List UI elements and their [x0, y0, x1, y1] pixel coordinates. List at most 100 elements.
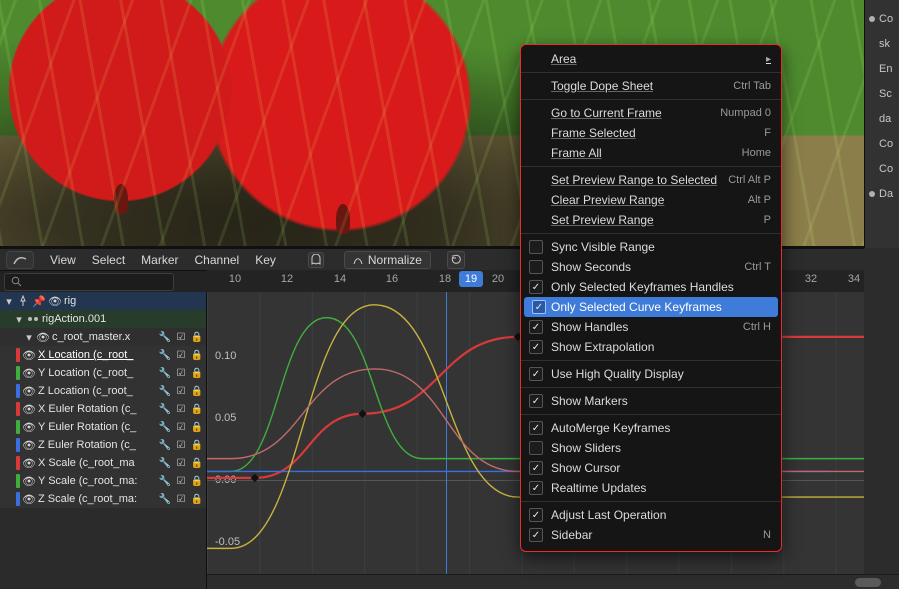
eye-icon[interactable]: 👁 [36, 331, 50, 344]
menu-item[interactable]: Show HandlesCtrl H [521, 317, 781, 337]
playhead-frame-badge[interactable]: 19 [459, 271, 483, 287]
refresh-icon[interactable] [447, 251, 465, 269]
menu-item[interactable]: Adjust Last Operation [521, 505, 781, 525]
channel-row[interactable]: 👁X Euler Rotation (c_🔧☑🔒 [0, 400, 206, 418]
menu-item[interactable]: Use High Quality Display [521, 364, 781, 384]
property-link[interactable]: Sc [869, 81, 895, 106]
tree-row-rig[interactable]: ▾ 📌 👁 rig [0, 292, 206, 310]
menu-item[interactable]: Frame SelectedF [521, 123, 781, 143]
wrench-icon[interactable]: 🔧 [158, 330, 172, 344]
wrench-icon[interactable]: 🔧 [158, 474, 172, 488]
lock-icon[interactable]: 🔒 [190, 456, 204, 470]
channel-row[interactable]: 👁Z Euler Rotation (c_🔧☑🔒 [0, 436, 206, 454]
eye-icon[interactable]: 👁 [22, 421, 36, 434]
menu-item[interactable]: Go to Current FrameNumpad 0 [521, 103, 781, 123]
checkbox-icon[interactable]: ☑ [174, 474, 188, 488]
menu-item[interactable]: Show Markers [521, 391, 781, 411]
channel-row[interactable]: 👁Z Location (c_root_🔧☑🔒 [0, 382, 206, 400]
checkbox-icon[interactable]: ☑ [174, 456, 188, 470]
channel-panel[interactable]: ▾ 📌 👁 rig ▾ rigAction.001 ▾ 👁 c_root_mas… [0, 292, 207, 589]
editor-type-dropdown[interactable] [6, 251, 34, 269]
menu-item[interactable]: Set Preview Range to SelectedCtrl Alt P [521, 170, 781, 190]
menu-marker[interactable]: Marker [141, 253, 178, 267]
lock-icon[interactable]: 🔒 [190, 438, 204, 452]
checkbox-icon[interactable]: ☑ [174, 384, 188, 398]
menu-view[interactable]: View [50, 253, 76, 267]
property-link[interactable]: Co [869, 156, 895, 181]
menu-item[interactable]: Toggle Dope SheetCtrl Tab [521, 76, 781, 96]
menu-item[interactable]: Only Selected Keyframes Handles [521, 277, 781, 297]
scrollbar-thumb[interactable] [855, 578, 881, 587]
lock-icon[interactable]: 🔒 [190, 402, 204, 416]
wrench-icon[interactable]: 🔧 [158, 402, 172, 416]
menu-key[interactable]: Key [255, 253, 276, 267]
checkbox-icon[interactable]: ☑ [174, 420, 188, 434]
wrench-icon[interactable]: 🔧 [158, 492, 172, 506]
wrench-icon[interactable]: 🔧 [158, 456, 172, 470]
wrench-icon[interactable]: 🔧 [158, 366, 172, 380]
property-link[interactable]: En [869, 56, 895, 81]
checkbox-icon[interactable]: ☑ [174, 438, 188, 452]
lock-icon[interactable]: 🔒 [190, 348, 204, 362]
menu-item[interactable]: Only Selected Curve Keyframes [524, 297, 778, 317]
channel-row[interactable]: 👁Y Euler Rotation (c_🔧☑🔒 [0, 418, 206, 436]
wrench-icon[interactable]: 🔧 [158, 420, 172, 434]
menu-item[interactable]: Frame AllHome [521, 143, 781, 163]
eye-icon[interactable]: 👁 [22, 475, 36, 488]
menu-item[interactable]: Show SecondsCtrl T [521, 257, 781, 277]
menu-item[interactable]: Sync Visible Range [521, 237, 781, 257]
lock-icon[interactable]: 🔒 [190, 420, 204, 434]
menu-item[interactable]: Show Extrapolation [521, 337, 781, 357]
checkbox-icon[interactable]: ☑ [174, 330, 188, 344]
menu-item[interactable]: AutoMerge Keyframes [521, 418, 781, 438]
eye-icon[interactable]: 👁 [22, 457, 36, 470]
ghost-icon[interactable] [308, 252, 324, 268]
channel-row[interactable]: 👁X Location (c_root_🔧☑🔒 [0, 346, 206, 364]
channel-row[interactable]: 👁Y Location (c_root_🔧☑🔒 [0, 364, 206, 382]
menu-item[interactable]: SidebarN [521, 525, 781, 545]
eye-icon[interactable]: 👁 [48, 295, 62, 308]
menu-item[interactable]: Show Sliders [521, 438, 781, 458]
eye-icon[interactable]: 👁 [22, 367, 36, 380]
checkbox-icon[interactable]: ☑ [174, 348, 188, 362]
property-link[interactable]: Co [869, 6, 895, 31]
channel-row[interactable]: 👁Z Scale (c_root_ma:🔧☑🔒 [0, 490, 206, 508]
checkbox-icon[interactable]: ☑ [174, 402, 188, 416]
menu-channel[interactable]: Channel [195, 253, 240, 267]
menu-item[interactable]: Set Preview RangeP [521, 210, 781, 230]
menu-item[interactable]: Clear Preview RangeAlt P [521, 190, 781, 210]
keyframe-handle[interactable] [358, 410, 366, 418]
lock-icon[interactable]: 🔒 [190, 474, 204, 488]
eye-icon[interactable]: 👁 [22, 349, 36, 362]
menu-item[interactable]: Area▸ [521, 49, 781, 69]
checkbox-icon[interactable]: ☑ [174, 366, 188, 380]
eye-icon[interactable]: 👁 [22, 403, 36, 416]
menu-select[interactable]: Select [92, 253, 125, 267]
property-link[interactable]: Da [869, 181, 895, 206]
pin-icon[interactable]: 📌 [32, 295, 46, 308]
view-context-menu[interactable]: Area▸ Toggle Dope SheetCtrl Tab Go to Curr… [520, 44, 782, 552]
tree-row-object[interactable]: ▾ 👁 c_root_master.x 🔧 ☑ 🔒 [0, 328, 206, 346]
property-link[interactable]: Co [869, 131, 895, 156]
keyframe-handle[interactable] [251, 474, 259, 482]
wrench-icon[interactable]: 🔧 [158, 348, 172, 362]
property-link[interactable]: da [869, 106, 895, 131]
lock-icon[interactable]: 🔒 [190, 366, 204, 380]
menu-item[interactable]: Show Cursor [521, 458, 781, 478]
eye-icon[interactable]: 👁 [22, 493, 36, 506]
lock-icon[interactable]: 🔒 [190, 384, 204, 398]
property-link[interactable]: sk [869, 31, 895, 56]
menu-item[interactable]: Realtime Updates [521, 478, 781, 498]
checkbox-icon[interactable]: ☑ [174, 492, 188, 506]
normalize-button[interactable]: Normalize [344, 251, 431, 269]
channel-search-input[interactable] [4, 273, 174, 291]
wrench-icon[interactable]: 🔧 [158, 384, 172, 398]
eye-icon[interactable]: 👁 [22, 385, 36, 398]
lock-icon[interactable]: 🔒 [190, 330, 204, 344]
eye-icon[interactable]: 👁 [22, 439, 36, 452]
lock-icon[interactable]: 🔒 [190, 492, 204, 506]
horizontal-scrollbar[interactable] [207, 574, 899, 589]
wrench-icon[interactable]: 🔧 [158, 438, 172, 452]
channel-row[interactable]: 👁X Scale (c_root_ma🔧☑🔒 [0, 454, 206, 472]
channel-row[interactable]: 👁Y Scale (c_root_ma:🔧☑🔒 [0, 472, 206, 490]
